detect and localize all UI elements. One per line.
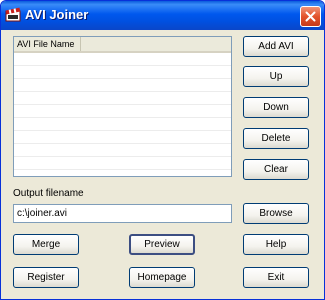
list-row (14, 92, 231, 105)
down-button[interactable]: Down (243, 97, 309, 118)
output-filename-label: Output filename (13, 188, 84, 199)
help-button[interactable]: Help (243, 234, 309, 255)
close-icon (305, 11, 316, 22)
title-bar[interactable]: AVI Joiner (1, 1, 324, 30)
close-button[interactable] (300, 6, 321, 27)
merge-button[interactable]: Merge (13, 234, 79, 255)
register-button[interactable]: Register (13, 267, 79, 288)
list-row (14, 118, 231, 131)
list-row (14, 144, 231, 157)
output-filename-input[interactable]: c:\joiner.avi (13, 204, 232, 223)
add-avi-button[interactable]: Add AVI (243, 36, 309, 57)
homepage-button[interactable]: Homepage (129, 267, 195, 288)
exit-button[interactable]: Exit (243, 267, 309, 288)
list-row (14, 66, 231, 79)
preview-button[interactable]: Preview (129, 234, 195, 255)
list-row (14, 79, 231, 92)
list-row (14, 53, 231, 66)
list-column-header[interactable]: AVI File Name (14, 37, 231, 53)
window-title: AVI Joiner (25, 7, 89, 22)
list-row (14, 170, 231, 176)
up-button[interactable]: Up (243, 66, 309, 87)
clear-button[interactable]: Clear (243, 159, 309, 180)
list-row (14, 105, 231, 118)
avi-file-list[interactable]: AVI File Name (13, 36, 232, 177)
browse-button[interactable]: Browse (243, 203, 309, 224)
delete-button[interactable]: Delete (243, 128, 309, 149)
list-row (14, 157, 231, 170)
avi-joiner-window: AVI Joiner AVI File Name Add AVI Up Down… (0, 0, 325, 300)
column-header-label: AVI File Name (17, 37, 82, 51)
app-icon (5, 7, 21, 23)
list-row (14, 131, 231, 144)
